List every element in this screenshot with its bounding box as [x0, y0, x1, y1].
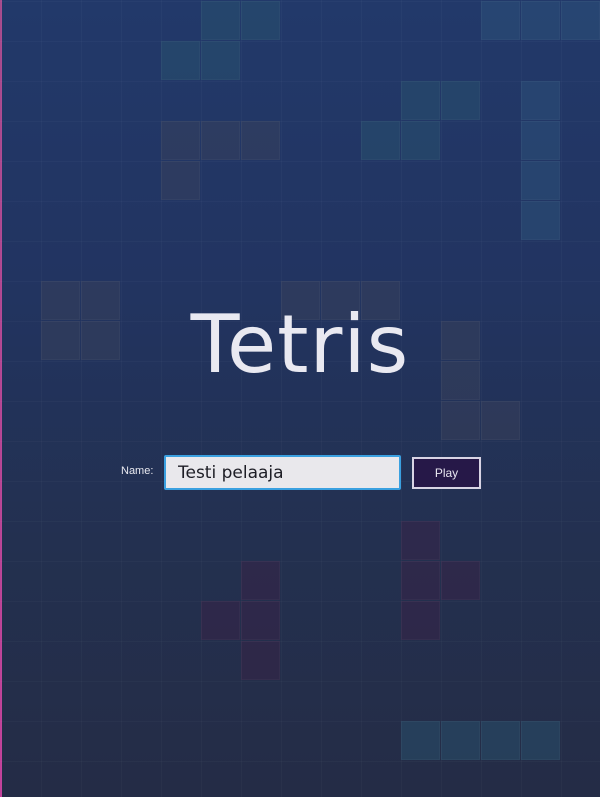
background-tetromino-blocks — [0, 0, 600, 797]
bg-block — [241, 561, 280, 600]
bg-block — [161, 161, 200, 200]
bg-block — [201, 121, 240, 160]
bg-block — [521, 81, 560, 120]
bg-block — [481, 1, 520, 40]
bg-block — [161, 121, 200, 160]
bg-block — [201, 1, 240, 40]
bg-block — [241, 1, 280, 40]
name-label: Name: — [121, 465, 154, 477]
bg-block — [521, 121, 560, 160]
bg-block — [441, 721, 480, 760]
bg-block — [521, 161, 560, 200]
bg-block — [441, 561, 480, 600]
bg-block — [521, 201, 560, 240]
bg-block — [481, 401, 520, 440]
bg-block — [401, 561, 440, 600]
bg-block — [521, 1, 560, 40]
bg-block — [241, 121, 280, 160]
bg-block — [561, 1, 600, 40]
bg-block — [401, 81, 440, 120]
bg-block — [161, 41, 200, 80]
player-name-input[interactable] — [164, 455, 401, 490]
bg-block — [401, 721, 440, 760]
bg-block — [441, 401, 480, 440]
bg-block — [521, 721, 560, 760]
bg-block — [401, 521, 440, 560]
bg-block — [441, 81, 480, 120]
bg-block — [241, 641, 280, 680]
bg-block — [401, 601, 440, 640]
bg-block — [401, 121, 440, 160]
bg-block — [201, 41, 240, 80]
bg-block — [361, 121, 400, 160]
bg-block — [201, 601, 240, 640]
game-title: Tetris — [190, 298, 410, 391]
play-button[interactable]: Play — [412, 457, 481, 489]
bg-block — [481, 721, 520, 760]
bg-block — [241, 601, 280, 640]
